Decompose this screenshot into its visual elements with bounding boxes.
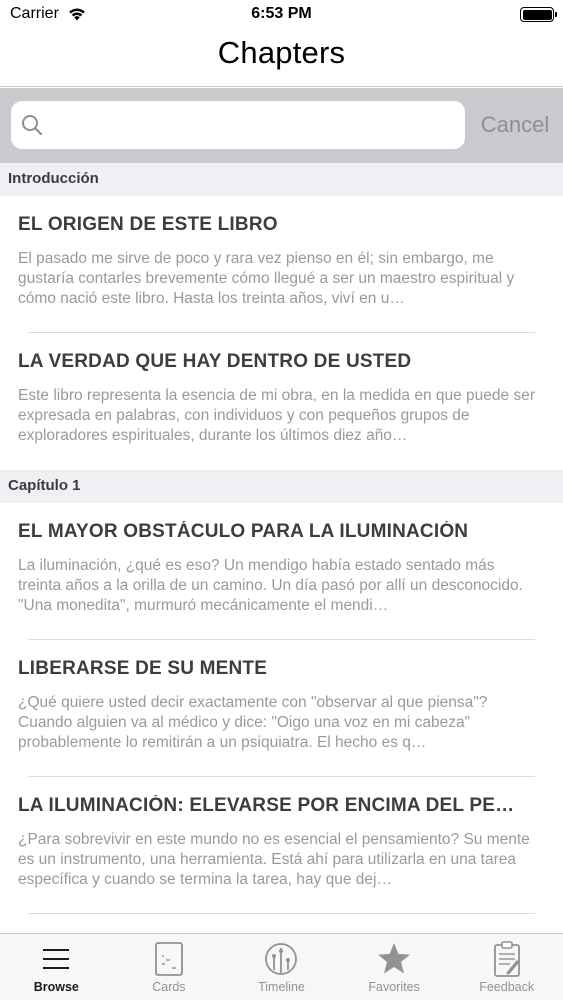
clipboard-icon [493,941,520,977]
battery-icon [520,7,557,22]
page-title: Chapters [217,35,346,70]
chapter-excerpt: ¿Qué quiere usted decir exactamente con … [18,694,488,751]
tab-label: Feedback [479,980,535,994]
tab-timeline[interactable]: Timeline [225,934,338,1000]
tab-label: Favorites [368,980,420,994]
tab-label: Timeline [258,980,305,994]
row-separator [28,913,535,914]
chapter-title: EL ORIGEN DE ESTE LIBRO [18,214,278,235]
list-item[interactable]: LA VERDAD QUE HAY DENTRO DE USTED Este l… [0,333,563,470]
tab-browse[interactable]: Browse [0,934,113,1000]
section-header: Capítulo 1 [0,470,563,503]
status-time: 6:53 PM [251,5,312,22]
list-item[interactable]: LIBERARSE DE SU MENTE ¿Qué quiere usted … [0,640,563,777]
tab-favorites[interactable]: Favorites [338,934,451,1000]
status-bar: Carrier 6:53 PM [0,0,563,30]
chapter-title: LA ILUMINACIÓN: ELEVARSE POR ENCIMA DEL … [18,795,515,816]
list-item[interactable]: LA ILUMINACIÓN: ELEVARSE POR ENCIMA DEL … [0,777,563,914]
timeline-icon [265,943,298,975]
cancel-button[interactable]: Cancel [472,110,558,140]
list-item[interactable]: EL ORIGEN DE ESTE LIBRO El pasado me sir… [0,196,563,333]
chapter-excerpt: Este libro representa la esencia de mi o… [18,387,535,444]
tab-cards[interactable]: Cards [113,934,226,1000]
tab-label: Cards [152,980,186,994]
chapter-title: EL MAYOR OBSTÁCULO PARA LA ILUMINACIÓN [18,521,469,542]
tab-label: Browse [33,980,79,994]
card-icon [154,942,183,976]
tab-feedback[interactable]: Feedback [450,934,563,1000]
search-bar: Cancel [0,88,563,163]
section-header: Introducción [0,163,563,196]
navigation-bar: Chapters [0,30,563,87]
tab-bar: Browse Cards Timeline Favorites Feedback [0,933,563,1000]
chapter-excerpt: ¿Para sobrevivir en este mundo no es ese… [18,831,530,888]
chapter-title: LA VERDAD QUE HAY DENTRO DE USTED [18,351,412,372]
list-icon [43,949,70,969]
chapter-excerpt: El pasado me sirve de poco y rara vez pi… [18,250,515,307]
list-item[interactable]: EL MAYOR OBSTÁCULO PARA LA ILUMINACIÓN L… [0,503,563,640]
chapter-title: LIBERARSE DE SU MENTE [18,658,268,679]
chapter-list[interactable]: Introducción EL ORIGEN DE ESTE LIBRO El … [0,163,563,933]
star-icon [378,943,411,974]
search-icon [22,115,43,136]
chapter-excerpt: La iluminación, ¿qué es eso? Un mendigo … [18,557,523,614]
search-input[interactable] [11,101,465,149]
